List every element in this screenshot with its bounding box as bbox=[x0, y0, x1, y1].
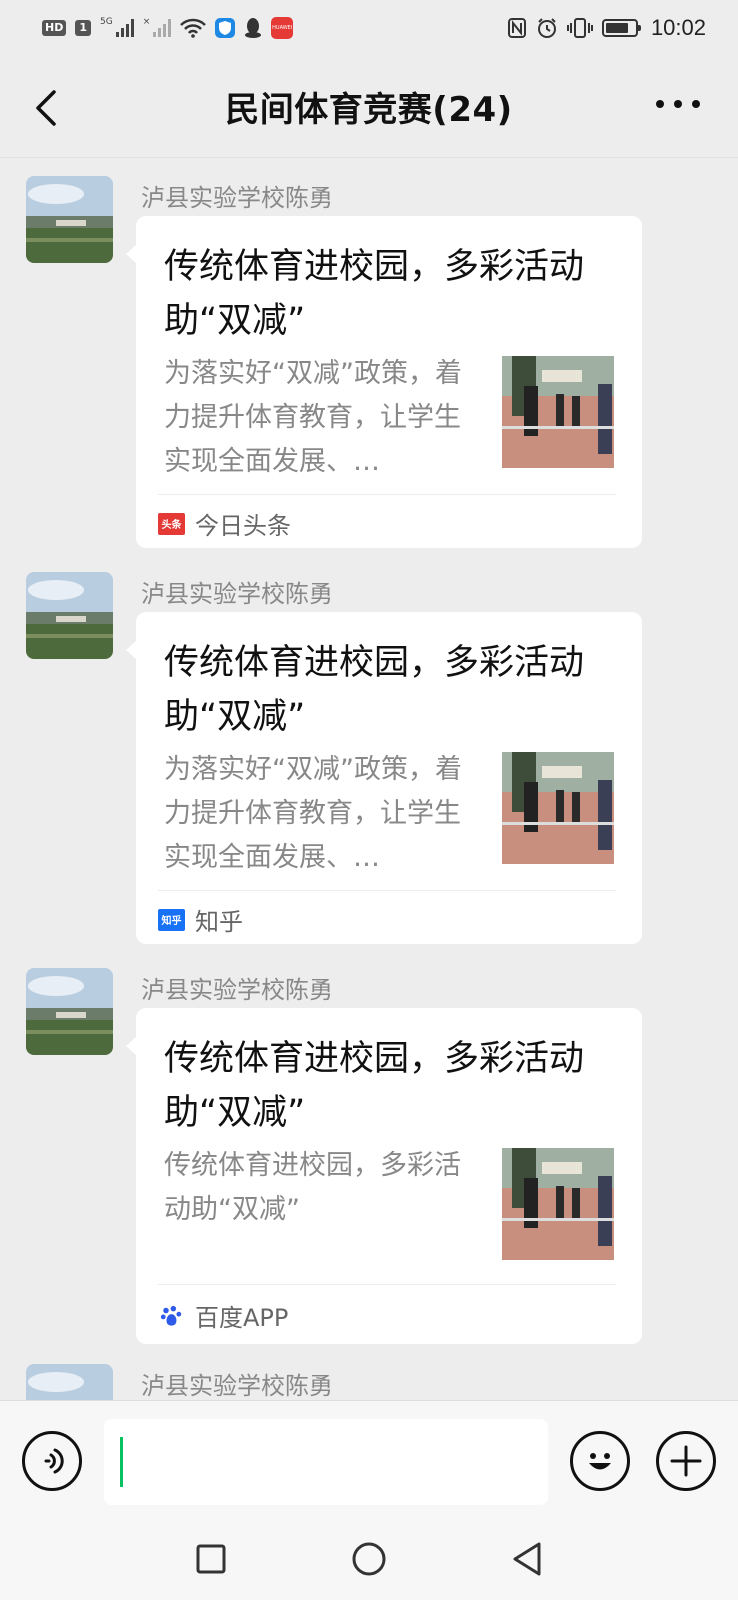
vibrate-icon bbox=[566, 18, 593, 38]
recent-apps-button[interactable] bbox=[186, 1534, 236, 1584]
back-button[interactable] bbox=[502, 1534, 552, 1584]
wifi-icon bbox=[180, 18, 207, 38]
article-thumbnail bbox=[502, 1148, 614, 1260]
signal-strength-2-icon bbox=[153, 19, 172, 37]
no-signal-mark: × bbox=[142, 17, 151, 27]
shared-article-card[interactable]: 传统体育进校园，多彩活动助“双减” 为落实好“双减”政策，着力提升体育教育，让学… bbox=[126, 216, 642, 548]
voice-wave-icon bbox=[44, 1448, 64, 1474]
article-title: 传统体育进校园，多彩活动助“双减” bbox=[164, 643, 585, 737]
huawei-app-icon: HUAWEI bbox=[271, 17, 294, 39]
more-options-icon[interactable] bbox=[656, 100, 700, 108]
system-navigation-bar bbox=[0, 1522, 738, 1600]
article-summary: 传统体育进校园，多彩活动助“双减” bbox=[164, 1150, 461, 1225]
status-right: 10:02 bbox=[507, 15, 706, 41]
battery-icon bbox=[601, 19, 641, 37]
hd-indicator: HD bbox=[42, 20, 67, 36]
article-source: 百度APP bbox=[158, 1298, 288, 1333]
status-bar: HD 1 5G × HUAWEI 10:02 bbox=[0, 0, 738, 56]
signal-strength-icon bbox=[115, 19, 134, 37]
nfc-icon bbox=[507, 18, 526, 38]
card-divider bbox=[158, 890, 616, 891]
message-item: 泸县实验学校陈勇 传统体育进校园，多彩活动助“双减” 为落实好“双减”政策，着力… bbox=[0, 158, 738, 554]
source-name: 今日头条 bbox=[195, 512, 291, 540]
sender-name: 泸县实验学校陈勇 bbox=[141, 580, 333, 608]
triangle-back-icon bbox=[513, 1542, 541, 1576]
source-name: 知乎 bbox=[195, 908, 243, 936]
article-source: 知乎 知乎 bbox=[158, 902, 243, 937]
card-divider bbox=[158, 494, 616, 495]
article-thumbnail bbox=[502, 752, 614, 864]
message-item: 泸县实验学校陈勇 传统体育进校园，多彩活动助“双减” 为落实好“双减”政策，着力… bbox=[0, 554, 738, 950]
text-caret bbox=[120, 1437, 123, 1487]
message-input[interactable] bbox=[104, 1419, 548, 1505]
network-type: 5G bbox=[100, 17, 113, 27]
chat-title: 民间体育竞赛(24) bbox=[225, 90, 513, 130]
back-arrow-icon[interactable] bbox=[30, 86, 70, 130]
source-name: 百度APP bbox=[195, 1304, 289, 1332]
article-title: 传统体育进校园，多彩活动助“双减” bbox=[164, 1039, 585, 1133]
chat-header: 民间体育竞赛(24) bbox=[0, 56, 738, 158]
sender-avatar[interactable] bbox=[26, 968, 113, 1055]
qq-penguin-icon bbox=[245, 18, 262, 38]
sender-avatar[interactable] bbox=[26, 572, 113, 659]
plus-icon bbox=[670, 1445, 702, 1477]
message-input-bar bbox=[0, 1400, 738, 1522]
message-item: 泸县实验学校陈勇 传统体育进校园，多彩活动助“双减” 传统体育进校园，多彩活动助… bbox=[0, 950, 738, 1350]
shared-article-card[interactable]: 传统体育进校园，多彩活动助“双减” 传统体育进校园，多彩活动助“双减” 百度AP… bbox=[126, 1008, 642, 1344]
article-thumbnail bbox=[502, 356, 614, 468]
alarm-icon bbox=[537, 18, 556, 38]
emoji-button[interactable] bbox=[570, 1431, 630, 1491]
home-button[interactable] bbox=[344, 1534, 394, 1584]
sender-name: 泸县实验学校陈勇 bbox=[141, 184, 333, 212]
message-item: 泸县实验学校陈勇 bbox=[0, 1346, 738, 1400]
article-title: 传统体育进校园，多彩活动助“双减” bbox=[164, 247, 585, 341]
sender-avatar[interactable] bbox=[26, 176, 113, 263]
toutiao-icon: 头条 bbox=[158, 512, 185, 535]
shared-article-card[interactable]: 传统体育进校园，多彩活动助“双减” 为落实好“双减”政策，着力提升体育教育，让学… bbox=[126, 612, 642, 944]
clock: 10:02 bbox=[650, 15, 706, 40]
zhihu-icon: 知乎 bbox=[158, 908, 185, 931]
smiley-icon bbox=[589, 1453, 611, 1470]
status-left: HD 1 5G × HUAWEI bbox=[42, 17, 294, 39]
article-summary: 为落实好“双减”政策，着力提升体育教育，让学生实现全面发展、… bbox=[164, 754, 462, 873]
sender-avatar[interactable] bbox=[26, 1364, 113, 1400]
sender-name: 泸县实验学校陈勇 bbox=[141, 976, 333, 1004]
article-summary: 为落实好“双减”政策，着力提升体育教育，让学生实现全面发展、… bbox=[164, 358, 462, 477]
square-icon bbox=[196, 1544, 226, 1574]
shield-app-icon bbox=[215, 18, 236, 38]
article-source: 头条 今日头条 bbox=[158, 506, 291, 541]
card-divider bbox=[158, 1284, 616, 1285]
sim-indicator: 1 bbox=[75, 20, 91, 36]
message-list[interactable]: 泸县实验学校陈勇 传统体育进校园，多彩活动助“双减” 为落实好“双减”政策，着力… bbox=[0, 158, 738, 1400]
sender-name: 泸县实验学校陈勇 bbox=[141, 1372, 333, 1400]
baidu-paw-icon bbox=[160, 1305, 182, 1326]
circle-icon bbox=[352, 1542, 386, 1576]
more-functions-button[interactable] bbox=[656, 1431, 716, 1491]
voice-input-button[interactable] bbox=[22, 1431, 82, 1491]
